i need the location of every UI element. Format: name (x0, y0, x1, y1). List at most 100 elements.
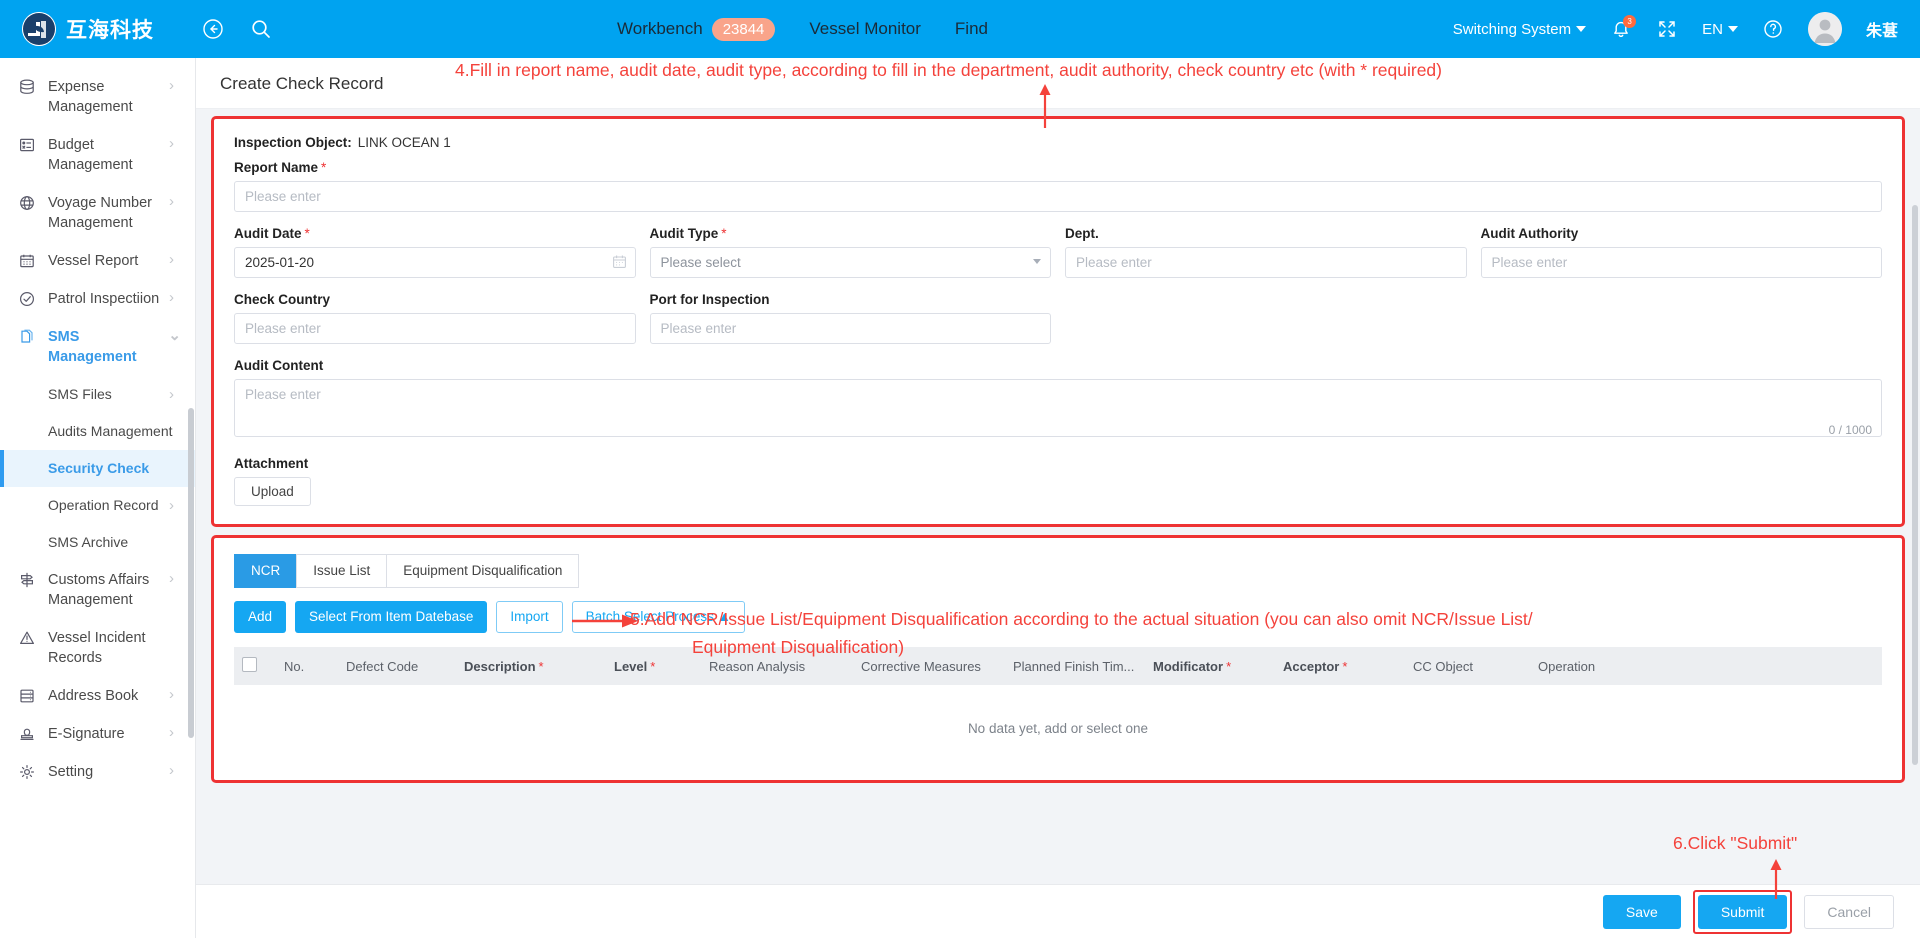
inspection-object: Inspection Object: LINK OCEAN 1 (234, 135, 1882, 150)
fullscreen-icon[interactable] (1656, 18, 1678, 40)
sidebar-item-security-check[interactable]: Security Check (0, 450, 195, 487)
report-name-input[interactable] (234, 181, 1882, 212)
import-button[interactable]: Import (496, 601, 563, 633)
submit-button[interactable]: Submit (1697, 894, 1788, 929)
audit-date-input[interactable] (234, 247, 636, 278)
select-all-checkbox[interactable] (242, 657, 257, 672)
help-icon[interactable] (1762, 18, 1784, 40)
documents-icon (18, 328, 38, 346)
top-nav-icons (202, 18, 272, 40)
save-button[interactable]: Save (1602, 894, 1681, 929)
chevron-right-icon: › (169, 724, 174, 741)
required-asterisk: * (650, 658, 656, 674)
sidebar-item-operation-record[interactable]: Operation Record › (0, 487, 195, 524)
page-title: Create Check Record (220, 74, 384, 93)
calendar-icon[interactable] (612, 254, 627, 274)
cancel-button[interactable]: Cancel (1804, 894, 1894, 929)
select-all-header (234, 647, 276, 685)
main-scrollbar[interactable] (1912, 205, 1918, 765)
dept-label: Dept. (1065, 226, 1099, 241)
column-operation: Operation (1530, 647, 1882, 685)
chevron-down-icon: ⌄ (168, 327, 181, 344)
sidebar-item-vessel-incident-records[interactable]: Vessel Incident Records (0, 619, 195, 677)
empty-state-row: No data yet, add or select one (234, 685, 1882, 772)
sidebar-item-label: Voyage Number Management (48, 195, 152, 231)
empty-state-text: No data yet, add or select one (967, 721, 1149, 736)
chevron-right-icon: › (169, 497, 174, 514)
audit-content-textarea[interactable] (234, 379, 1882, 437)
audit-date-field: Audit Date * (234, 226, 636, 278)
sidebar-item-e-signature[interactable]: E-Signature › (0, 715, 195, 753)
required-asterisk: * (1226, 658, 1232, 674)
chevron-down-icon (1727, 26, 1738, 32)
sidebar-scrollbar[interactable] (188, 408, 194, 738)
sidebar-item-sms-management[interactable]: SMS Management ⌄ (0, 318, 195, 376)
audit-content-label: Audit Content (234, 358, 324, 373)
check-country-input[interactable] (234, 313, 636, 344)
sidebar-item-voyage-number-management[interactable]: Voyage Number Management › (0, 184, 195, 242)
language-label: EN (1702, 20, 1723, 38)
gear-icon (18, 763, 38, 781)
check-circle-icon (18, 290, 38, 308)
column-description-label: Description (464, 658, 536, 674)
switching-system-dropdown[interactable]: Switching System (1452, 20, 1587, 38)
top-navigation-bar: 互海科技 Workbench 23844 Vessel Monitor Find… (0, 0, 1920, 58)
database-icon (18, 78, 38, 96)
check-country-label: Check Country (234, 292, 331, 307)
warning-icon (18, 629, 38, 647)
right-navigation: Switching System 3 EN 朱葚 (1453, 12, 1920, 46)
sidebar-item-audits-management[interactable]: Audits Management (0, 413, 195, 450)
sidebar-item-label: SMS Files (48, 386, 112, 402)
submit-button-highlight: Submit (1692, 889, 1793, 934)
sidebar-item-expense-management[interactable]: Expense Management › (0, 68, 195, 126)
sidebar-item-setting[interactable]: Setting › (0, 753, 195, 791)
required-asterisk: * (321, 160, 327, 175)
sidebar-item-address-book[interactable]: Address Book › (0, 677, 195, 715)
record-action-buttons: Add Select From Item Datebase Import Bat… (234, 601, 1882, 633)
sidebar-item-label: Audits Management (48, 423, 173, 439)
app-root: 互海科技 Workbench 23844 Vessel Monitor Find… (0, 0, 1920, 938)
nav-workbench[interactable]: Workbench 23844 (617, 17, 776, 41)
upload-button[interactable]: Upload (234, 477, 311, 506)
sidebar-item-sms-files[interactable]: SMS Files › (0, 376, 195, 413)
sidebar-item-label: Vessel Incident Records (48, 630, 146, 666)
sidebar-item-vessel-report[interactable]: Vessel Report › (0, 242, 195, 280)
audit-type-select[interactable]: Please select (649, 247, 1051, 278)
form-footer: Save Submit Cancel (196, 884, 1920, 938)
audit-authority-input[interactable] (1480, 247, 1882, 278)
select-from-item-database-button[interactable]: Select From Item Datebase (295, 601, 488, 633)
notification-bell-icon[interactable]: 3 (1610, 15, 1637, 40)
nav-vessel-monitor[interactable]: Vessel Monitor (809, 19, 921, 39)
sidebar-item-customs-affairs-management[interactable]: Customs Affairs Management › (0, 561, 195, 619)
brand-logo[interactable]: 互海科技 (0, 12, 196, 46)
main-content: Create Check Record Inspection Object: LI… (196, 58, 1920, 938)
switching-system-label: Switching System (1452, 20, 1572, 38)
sidebar-item-sms-archive[interactable]: SMS Archive (0, 524, 195, 561)
required-asterisk: * (1342, 658, 1348, 674)
inspection-object-label: Inspection Object: (234, 135, 352, 150)
back-arrow-icon[interactable] (202, 18, 224, 40)
tab-ncr[interactable]: NCR (234, 554, 297, 588)
audit-type-label-text: Audit Type (649, 226, 719, 241)
add-button[interactable]: Add (234, 601, 287, 633)
batch-select-process-button[interactable]: Batch Select Process ▲ (571, 601, 746, 633)
records-table-body: No data yet, add or select one (234, 685, 1882, 772)
chevron-right-icon: › (169, 386, 174, 403)
chevron-down-icon (1576, 26, 1587, 32)
sidebar-item-patrol-inspection[interactable]: Patrol Inspectiion › (0, 280, 195, 318)
tab-issue-list[interactable]: Issue List (296, 554, 387, 588)
scroll-area: Inspection Object: LINK OCEAN 1 Report Na… (196, 109, 1920, 884)
stamp-icon (18, 725, 38, 743)
nav-find[interactable]: Find (955, 19, 988, 39)
sidebar-item-budget-management[interactable]: Budget Management › (0, 126, 195, 184)
dept-input[interactable] (1065, 247, 1467, 278)
search-icon[interactable] (250, 18, 272, 40)
audit-content-counter: 0 / 1000 (1828, 423, 1872, 437)
port-for-inspection-input[interactable] (649, 313, 1051, 344)
column-defect-code: Defect Code (338, 647, 456, 685)
nav-workbench-label: Workbench (617, 19, 703, 38)
brand-name: 互海科技 (66, 19, 154, 42)
language-selector[interactable]: EN (1702, 21, 1738, 38)
tab-equipment-disqualification[interactable]: Equipment Disqualification (386, 554, 580, 588)
avatar[interactable] (1807, 12, 1842, 46)
